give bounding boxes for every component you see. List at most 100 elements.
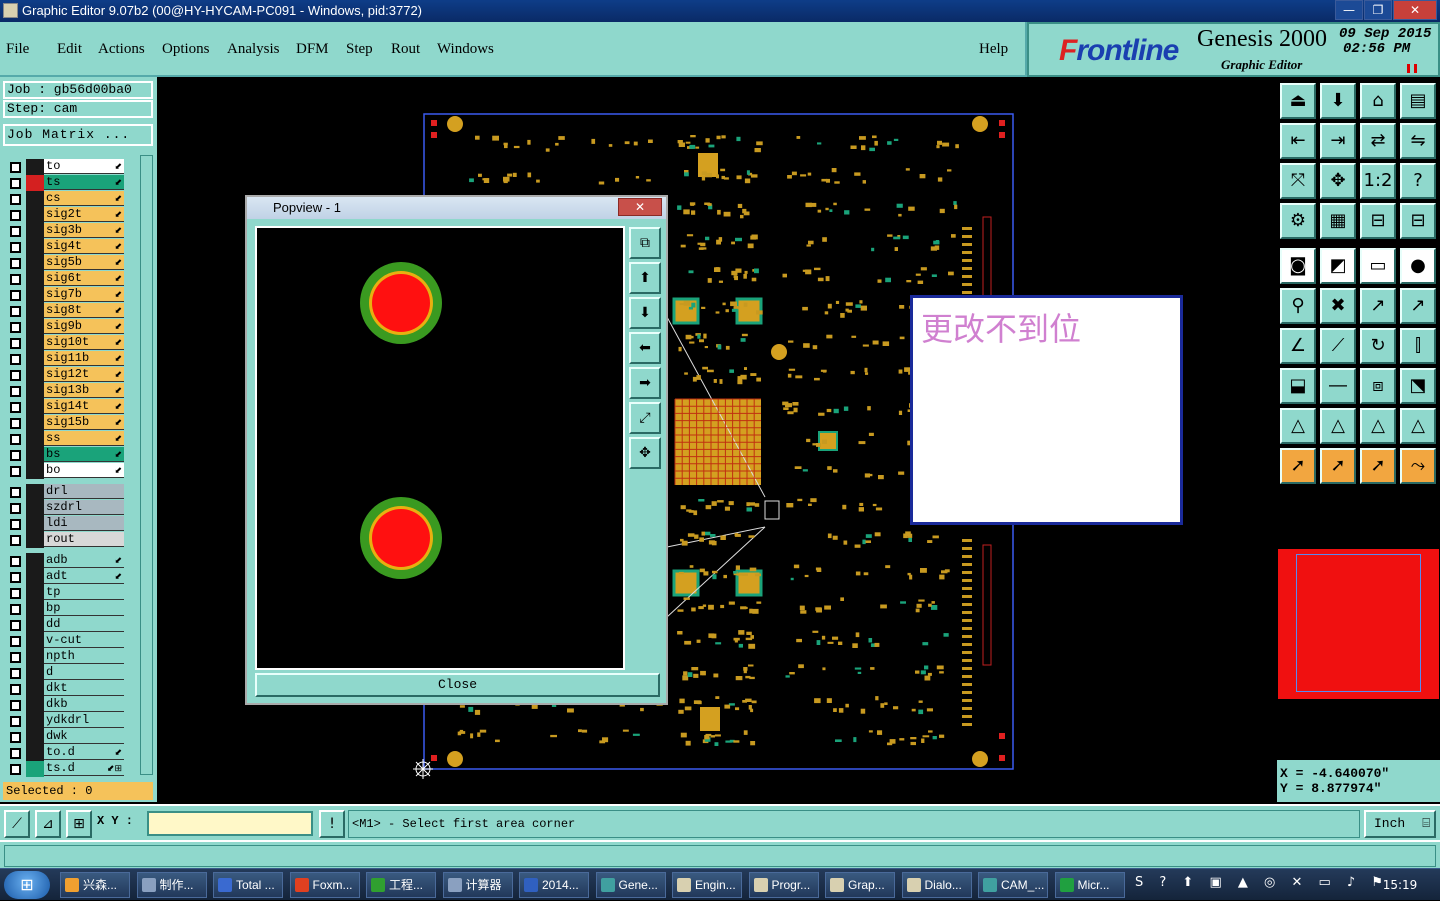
layer-name[interactable]: dwk — [44, 729, 124, 744]
taskbar-item[interactable]: Micr... — [1054, 872, 1125, 898]
layer-checkbox[interactable] — [10, 636, 21, 647]
tool-edit-4-icon[interactable]: ⬔ — [1400, 368, 1436, 404]
taskbar-item[interactable]: 计算器 — [442, 872, 513, 898]
layer-row-drl[interactable]: drl — [6, 484, 124, 500]
layer-row-sig2t[interactable]: sig2t ⬋ — [6, 207, 124, 223]
tool-grid-4-icon[interactable]: ⊟ — [1400, 203, 1436, 239]
layer-name[interactable]: sig12t ⬋ — [44, 367, 124, 382]
menu-windows[interactable]: Windows — [437, 41, 494, 58]
unit-selector[interactable]: Inch ⌸ — [1364, 810, 1436, 838]
tool-line-3-icon[interactable]: ↻ — [1360, 328, 1396, 364]
taskbar-item[interactable]: 兴森... — [60, 872, 130, 898]
pause-icon[interactable] — [1407, 64, 1417, 73]
layer-checkbox[interactable] — [10, 572, 21, 583]
popview-title[interactable]: Popview - 1 — [247, 197, 666, 219]
overview-viewport[interactable] — [1296, 554, 1421, 692]
menu-actions[interactable]: Actions — [98, 41, 145, 58]
layer-checkbox[interactable] — [10, 732, 21, 743]
pan-up-button[interactable]: ⬆ — [629, 262, 661, 294]
layer-name[interactable]: d — [44, 665, 124, 680]
layer-checkbox[interactable] — [10, 290, 21, 301]
layer-name[interactable]: to ⬋ — [44, 159, 124, 174]
layer-name[interactable]: adb ⬋ — [44, 553, 124, 568]
layer-name[interactable]: npth — [44, 649, 124, 664]
layer-row-npth[interactable]: npth — [6, 649, 124, 665]
layer-checkbox[interactable] — [10, 354, 21, 365]
layer-checkbox[interactable] — [10, 748, 21, 759]
pan-left-button[interactable]: ⬅ — [629, 332, 661, 364]
layer-checkbox[interactable] — [10, 604, 21, 615]
layer-scrollbar[interactable] — [140, 155, 153, 775]
layer-row-sig14t[interactable]: sig14t ⬋ — [6, 399, 124, 415]
menu-rout[interactable]: Rout — [391, 41, 420, 58]
layer-name[interactable]: sig3b ⬋ — [44, 223, 124, 238]
tool-shape-1-icon[interactable]: ⤧ — [1280, 163, 1316, 199]
tool-zoom-4-icon[interactable]: ⇋ — [1400, 123, 1436, 159]
xy-input[interactable] — [147, 811, 313, 836]
layer-checkbox[interactable] — [10, 370, 21, 381]
taskbar-item[interactable]: Engin... — [672, 872, 742, 898]
tool-shape-4-icon[interactable]: ? — [1400, 163, 1436, 199]
window-title-bar[interactable]: Graphic Editor 9.07b2 (00@HY-HYCAM-PC091… — [0, 0, 1440, 22]
taskbar-item[interactable]: Foxm... — [289, 872, 360, 898]
layer-checkbox[interactable] — [10, 258, 21, 269]
tool-feature-2-icon[interactable]: ◩ — [1320, 248, 1356, 284]
layer-checkbox[interactable] — [10, 652, 21, 663]
layer-row-bo[interactable]: bo ⬋ — [6, 463, 124, 479]
taskbar-item[interactable]: 制作... — [136, 872, 207, 898]
layer-name[interactable]: sig7b ⬋ — [44, 287, 124, 302]
layer-name[interactable]: bo ⬋ — [44, 463, 124, 478]
layer-name[interactable]: adt ⬋ — [44, 569, 124, 584]
layer-row-ldi[interactable]: ldi — [6, 516, 124, 532]
layer-row-ydkdrl[interactable]: ydkdrl — [6, 713, 124, 729]
layer-checkbox[interactable] — [10, 764, 21, 775]
menu-dfm[interactable]: DFM — [296, 41, 329, 58]
tray-icons[interactable]: S ? ⬆ ▣ ▲ ◎ ✕ ▭ ♪ ⚑ — [1135, 875, 1389, 890]
layer-name[interactable]: sig14t ⬋ — [44, 399, 124, 414]
layer-name[interactable]: sig8t ⬋ — [44, 303, 124, 318]
layer-name[interactable]: v-cut — [44, 633, 124, 648]
layer-row-sig10t[interactable]: sig10t ⬋ — [6, 335, 124, 351]
layer-checkbox[interactable] — [10, 338, 21, 349]
layer-checkbox[interactable] — [10, 519, 21, 530]
tool-connect-2-icon[interactable]: ✖ — [1320, 288, 1356, 324]
layer-row-sig13b[interactable]: sig13b ⬋ — [6, 383, 124, 399]
layer-name[interactable]: ydkdrl — [44, 713, 124, 728]
layer-name[interactable]: cs ⬋ — [44, 191, 124, 206]
layer-checkbox[interactable] — [10, 434, 21, 445]
layer-name[interactable]: ldi — [44, 516, 124, 531]
minimize-button[interactable]: — — [1335, 0, 1363, 20]
layer-row-ts-d[interactable]: ts.d ⬋⊞ — [6, 761, 124, 777]
layer-row-adt[interactable]: adt ⬋ — [6, 569, 124, 585]
layer-checkbox[interactable] — [10, 620, 21, 631]
tool-arc-1-icon[interactable]: △ — [1280, 408, 1316, 444]
layer-row-adb[interactable]: adb ⬋ — [6, 553, 124, 569]
layer-row-sig9b[interactable]: sig9b ⬋ — [6, 319, 124, 335]
pan-down-button[interactable]: ⬇ — [629, 297, 661, 329]
tool-feature-1-icon[interactable]: ◙ — [1280, 248, 1316, 284]
tool-pan-2-icon[interactable]: ⬇ — [1320, 83, 1356, 119]
layer-name[interactable]: dkt — [44, 681, 124, 696]
layer-name[interactable]: sig9b ⬋ — [44, 319, 124, 334]
tool-feature-3-icon[interactable]: ▭ — [1360, 248, 1396, 284]
tool-edit-1-icon[interactable]: ⬓ — [1280, 368, 1316, 404]
layer-name[interactable]: dd — [44, 617, 124, 632]
tool-arc-2-icon[interactable]: △ — [1320, 408, 1356, 444]
layer-checkbox[interactable] — [10, 242, 21, 253]
zoom-in-button[interactable]: ⤢ — [629, 402, 661, 434]
layer-row-bs[interactable]: bs ⬋ — [6, 447, 124, 463]
layer-checkbox[interactable] — [10, 487, 21, 498]
tool-line-2-icon[interactable]: ⟋ — [1320, 328, 1356, 364]
tool-select-1-icon[interactable]: ➚ — [1280, 448, 1316, 484]
taskbar-item[interactable]: CAM_... — [978, 872, 1048, 898]
tool-connect-3-icon[interactable]: ↗ — [1360, 288, 1396, 324]
job-matrix-button[interactable]: Job Matrix ... — [3, 124, 153, 146]
tool-select-3-icon[interactable]: ➚ — [1360, 448, 1396, 484]
layer-row-v-cut[interactable]: v-cut — [6, 633, 124, 649]
layer-checkbox[interactable] — [10, 402, 21, 413]
tool-pan-4-icon[interactable]: ▤ — [1400, 83, 1436, 119]
measure-icon[interactable]: ⊿ — [35, 810, 61, 838]
layer-checkbox[interactable] — [10, 274, 21, 285]
layer-name[interactable]: sig4t ⬋ — [44, 239, 124, 254]
layer-checkbox[interactable] — [10, 226, 21, 237]
